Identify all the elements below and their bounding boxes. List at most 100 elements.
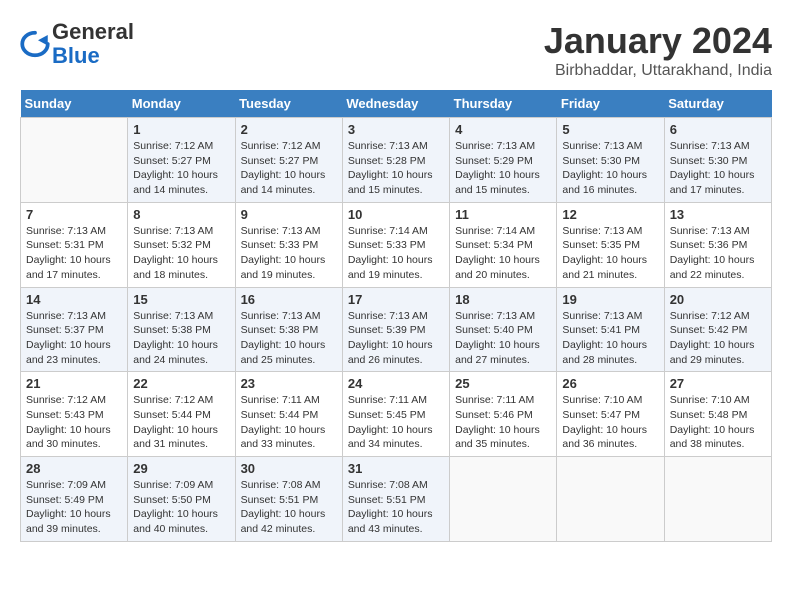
day-info: Sunrise: 7:08 AM Sunset: 5:51 PM Dayligh… [241, 478, 337, 537]
day-info: Sunrise: 7:10 AM Sunset: 5:48 PM Dayligh… [670, 393, 766, 452]
day-number: 17 [348, 292, 444, 307]
day-number: 16 [241, 292, 337, 307]
page-header: General Blue January 2024 Birbhaddar, Ut… [20, 20, 772, 80]
calendar-cell: 22 Sunrise: 7:12 AM Sunset: 5:44 PM Dayli… [128, 372, 235, 457]
day-number: 24 [348, 376, 444, 391]
day-info: Sunrise: 7:14 AM Sunset: 5:33 PM Dayligh… [348, 224, 444, 283]
day-number: 14 [26, 292, 122, 307]
day-number: 19 [562, 292, 658, 307]
day-info: Sunrise: 7:12 AM Sunset: 5:27 PM Dayligh… [241, 139, 337, 198]
day-info: Sunrise: 7:13 AM Sunset: 5:38 PM Dayligh… [241, 309, 337, 368]
day-number: 22 [133, 376, 229, 391]
calendar-cell [664, 457, 771, 542]
calendar-cell: 5Sunrise: 7:13 AM Sunset: 5:30 PM Daylig… [557, 118, 664, 203]
day-info: Sunrise: 7:08 AM Sunset: 5:51 PM Dayligh… [348, 478, 444, 537]
day-of-week-friday: Friday [557, 90, 664, 118]
day-info: Sunrise: 7:12 AM Sunset: 5:42 PM Dayligh… [670, 309, 766, 368]
calendar-cell: 14 Sunrise: 7:13 AM Sunset: 5:37 PM Dayli… [21, 287, 128, 372]
day-info: Sunrise: 7:13 AM Sunset: 5:41 PM Dayligh… [562, 309, 658, 368]
calendar-cell: 21 Sunrise: 7:12 AM Sunset: 5:43 PM Dayli… [21, 372, 128, 457]
calendar-cell: 28 Sunrise: 7:09 AM Sunset: 5:49 PM Dayli… [21, 457, 128, 542]
day-info: Sunrise: 7:09 AM Sunset: 5:50 PM Dayligh… [133, 478, 229, 537]
day-number: 30 [241, 461, 337, 476]
week-row-1: 1 Sunrise: 7:12 AM Sunset: 5:27 PM Daylig… [21, 118, 772, 203]
calendar-cell: 12Sunrise: 7:13 AM Sunset: 5:35 PM Dayli… [557, 202, 664, 287]
calendar-cell: 31 Sunrise: 7:08 AM Sunset: 5:51 PM Dayli… [342, 457, 449, 542]
day-info: Sunrise: 7:13 AM Sunset: 5:38 PM Dayligh… [133, 309, 229, 368]
day-number: 25 [455, 376, 551, 391]
calendar-cell: 10Sunrise: 7:14 AM Sunset: 5:33 PM Dayli… [342, 202, 449, 287]
main-title: January 2024 [544, 20, 772, 62]
calendar-cell: 8 Sunrise: 7:13 AM Sunset: 5:32 PM Daylig… [128, 202, 235, 287]
calendar-cell: 19 Sunrise: 7:13 AM Sunset: 5:41 PM Dayli… [557, 287, 664, 372]
day-number: 13 [670, 207, 766, 222]
week-row-4: 21 Sunrise: 7:12 AM Sunset: 5:43 PM Dayli… [21, 372, 772, 457]
day-of-week-tuesday: Tuesday [235, 90, 342, 118]
logo-text: General Blue [52, 20, 134, 68]
day-info: Sunrise: 7:11 AM Sunset: 5:44 PM Dayligh… [241, 393, 337, 452]
logo: General Blue [20, 20, 134, 68]
day-number: 28 [26, 461, 122, 476]
calendar-cell: 29 Sunrise: 7:09 AM Sunset: 5:50 PM Dayli… [128, 457, 235, 542]
day-of-week-wednesday: Wednesday [342, 90, 449, 118]
day-info: Sunrise: 7:11 AM Sunset: 5:46 PM Dayligh… [455, 393, 551, 452]
day-info: Sunrise: 7:12 AM Sunset: 5:43 PM Dayligh… [26, 393, 122, 452]
day-info: Sunrise: 7:13 AM Sunset: 5:30 PM Dayligh… [562, 139, 658, 198]
day-number: 29 [133, 461, 229, 476]
day-number: 6 [670, 122, 766, 137]
day-of-week-monday: Monday [128, 90, 235, 118]
day-info: Sunrise: 7:13 AM Sunset: 5:30 PM Dayligh… [670, 139, 766, 198]
day-info: Sunrise: 7:13 AM Sunset: 5:32 PM Dayligh… [133, 224, 229, 283]
week-row-5: 28 Sunrise: 7:09 AM Sunset: 5:49 PM Dayli… [21, 457, 772, 542]
calendar-cell [557, 457, 664, 542]
day-number: 2 [241, 122, 337, 137]
calendar-cell: 11Sunrise: 7:14 AM Sunset: 5:34 PM Dayli… [450, 202, 557, 287]
day-info: Sunrise: 7:09 AM Sunset: 5:49 PM Dayligh… [26, 478, 122, 537]
day-info: Sunrise: 7:13 AM Sunset: 5:37 PM Dayligh… [26, 309, 122, 368]
calendar-table: SundayMondayTuesdayWednesdayThursdayFrid… [20, 90, 772, 542]
day-number: 15 [133, 292, 229, 307]
day-info: Sunrise: 7:10 AM Sunset: 5:47 PM Dayligh… [562, 393, 658, 452]
calendar-cell: 26 Sunrise: 7:10 AM Sunset: 5:47 PM Dayli… [557, 372, 664, 457]
calendar-cell: 30 Sunrise: 7:08 AM Sunset: 5:51 PM Dayli… [235, 457, 342, 542]
day-number: 31 [348, 461, 444, 476]
subtitle: Birbhaddar, Uttarakhand, India [544, 62, 772, 80]
day-number: 4 [455, 122, 551, 137]
calendar-cell [21, 118, 128, 203]
day-number: 27 [670, 376, 766, 391]
day-info: Sunrise: 7:13 AM Sunset: 5:35 PM Dayligh… [562, 224, 658, 283]
day-number: 3 [348, 122, 444, 137]
day-number: 9 [241, 207, 337, 222]
day-of-week-saturday: Saturday [664, 90, 771, 118]
calendar-cell: 15 Sunrise: 7:13 AM Sunset: 5:38 PM Dayli… [128, 287, 235, 372]
calendar-cell: 2 Sunrise: 7:12 AM Sunset: 5:27 PM Daylig… [235, 118, 342, 203]
calendar-cell: 18Sunrise: 7:13 AM Sunset: 5:40 PM Dayli… [450, 287, 557, 372]
day-number: 21 [26, 376, 122, 391]
day-number: 26 [562, 376, 658, 391]
day-info: Sunrise: 7:12 AM Sunset: 5:27 PM Dayligh… [133, 139, 229, 198]
day-info: Sunrise: 7:13 AM Sunset: 5:31 PM Dayligh… [26, 224, 122, 283]
day-of-week-thursday: Thursday [450, 90, 557, 118]
calendar-cell: 27 Sunrise: 7:10 AM Sunset: 5:48 PM Dayli… [664, 372, 771, 457]
calendar-cell: 24Sunrise: 7:11 AM Sunset: 5:45 PM Dayli… [342, 372, 449, 457]
day-number: 8 [133, 207, 229, 222]
calendar-cell: 13Sunrise: 7:13 AM Sunset: 5:36 PM Dayli… [664, 202, 771, 287]
week-row-2: 7Sunrise: 7:13 AM Sunset: 5:31 PM Daylig… [21, 202, 772, 287]
calendar-cell: 23Sunrise: 7:11 AM Sunset: 5:44 PM Dayli… [235, 372, 342, 457]
day-info: Sunrise: 7:13 AM Sunset: 5:33 PM Dayligh… [241, 224, 337, 283]
day-info: Sunrise: 7:12 AM Sunset: 5:44 PM Dayligh… [133, 393, 229, 452]
header-row: SundayMondayTuesdayWednesdayThursdayFrid… [21, 90, 772, 118]
day-number: 1 [133, 122, 229, 137]
calendar-cell: 4Sunrise: 7:13 AM Sunset: 5:29 PM Daylig… [450, 118, 557, 203]
calendar-cell: 3 Sunrise: 7:13 AM Sunset: 5:28 PM Daylig… [342, 118, 449, 203]
calendar-cell: 9 Sunrise: 7:13 AM Sunset: 5:33 PM Daylig… [235, 202, 342, 287]
title-section: January 2024 Birbhaddar, Uttarakhand, In… [544, 20, 772, 80]
calendar-cell: 17Sunrise: 7:13 AM Sunset: 5:39 PM Dayli… [342, 287, 449, 372]
day-info: Sunrise: 7:13 AM Sunset: 5:28 PM Dayligh… [348, 139, 444, 198]
week-row-3: 14 Sunrise: 7:13 AM Sunset: 5:37 PM Dayli… [21, 287, 772, 372]
day-info: Sunrise: 7:13 AM Sunset: 5:40 PM Dayligh… [455, 309, 551, 368]
calendar-cell: 1 Sunrise: 7:12 AM Sunset: 5:27 PM Daylig… [128, 118, 235, 203]
calendar-cell: 7Sunrise: 7:13 AM Sunset: 5:31 PM Daylig… [21, 202, 128, 287]
logo-blue: Blue [52, 43, 100, 68]
day-number: 20 [670, 292, 766, 307]
